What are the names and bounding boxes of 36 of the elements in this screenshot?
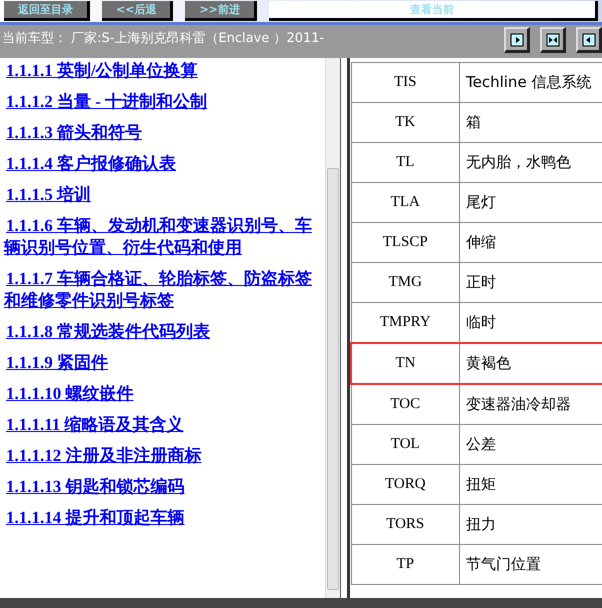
table-cell: TORS [351, 504, 460, 544]
toc-link[interactable]: 1.1.1.4 客户报修确认表 [4, 153, 325, 175]
scrollbar[interactable] [325, 58, 340, 598]
table-cell: TORQ [351, 464, 460, 504]
toc-link[interactable]: 1.1.1.14 提升和顶起车辆 [4, 507, 325, 529]
toc-link[interactable]: 1.1.1.6 车辆、发动机和变速器识别号、车辆识别号位置、衍生代码和使用 [4, 215, 325, 259]
toc-link[interactable]: 1.1.1.13 钥匙和锁芯编码 [4, 476, 325, 498]
table-cell: TLA [351, 182, 460, 222]
toc-link[interactable]: 1.1.1.7 车辆合格证、轮胎标签、防盗标签和维修零件识别号标签 [4, 268, 325, 312]
table-cell: TP [351, 544, 460, 584]
inward-arrows-icon [546, 32, 560, 46]
table-cell: 黄褐色 [460, 343, 602, 384]
table-cell: TOL [351, 424, 460, 464]
table-cell: TMG [351, 262, 460, 302]
toc-link[interactable]: 1.1.1.11 缩略语及其含义 [4, 414, 325, 436]
table-cell: TMPRY [351, 302, 460, 343]
expand-right-button[interactable] [504, 27, 530, 53]
table-cell: Techline 信息系统 [460, 62, 602, 102]
toc-link[interactable]: 1.1.1.9 紧固件 [4, 352, 325, 374]
split-view-button[interactable] [540, 27, 566, 53]
scrollbar-thumb[interactable] [327, 168, 339, 590]
toc-link[interactable]: 1.1.1.5 培训 [4, 184, 325, 206]
toc-link[interactable]: 1.1.1.10 螺纹嵌件 [4, 383, 325, 405]
table-cell: TOC [351, 384, 460, 424]
table-cell: TIS [351, 62, 460, 102]
table-cell: TK [351, 102, 460, 142]
expand-left-button[interactable] [576, 27, 602, 53]
toc-link[interactable]: 1.1.1.8 常规选装件代码列表 [4, 321, 325, 343]
table-cell: TLSCP [351, 222, 460, 262]
table-cell: TN [351, 343, 460, 384]
current-model-text: 当前车型： 厂家:S-上海别克昂科雷（Enclave ）2011- [2, 30, 324, 47]
table-cell: TL [351, 142, 460, 182]
toc-link[interactable]: 1.1.1.1 英制/公制单位换算 [4, 60, 325, 82]
toc-link[interactable]: 1.1.1.3 箭头和符号 [4, 122, 325, 144]
toc-link[interactable]: 1.1.1.2 当量 - 十进制和公制 [4, 91, 325, 113]
toc-link[interactable]: 1.1.1.12 注册及非注册商标 [4, 445, 325, 467]
